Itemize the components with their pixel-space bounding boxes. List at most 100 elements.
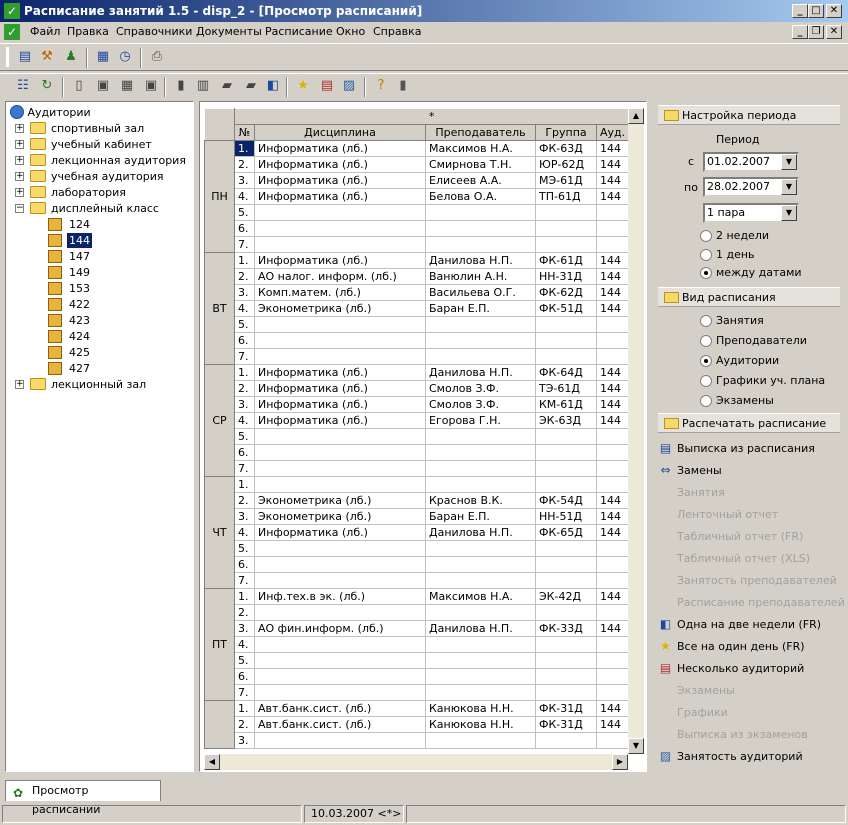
cell-group[interactable]: ТП-61Д — [535, 188, 597, 205]
radio-button[interactable] — [700, 395, 712, 407]
tree-group[interactable]: + лаборатория — [6, 185, 186, 200]
table-row[interactable]: 5. — [205, 204, 630, 221]
cell-discipline[interactable]: Информатика (лб.) — [254, 188, 426, 205]
cell-number[interactable]: 7. — [234, 460, 255, 477]
tree-room[interactable]: 153 — [6, 281, 186, 296]
cell-room[interactable] — [595, 204, 630, 221]
cell-room[interactable]: 144 — [595, 588, 630, 605]
child-close-button[interactable]: ✕ — [826, 25, 842, 39]
cell-discipline[interactable] — [254, 652, 426, 669]
cell-number[interactable]: 2. — [234, 156, 255, 173]
radio-button[interactable] — [700, 267, 712, 279]
cell-teacher[interactable]: Ванюлин А.Н. — [425, 268, 536, 285]
cell-discipline[interactable] — [254, 460, 426, 477]
cell-teacher[interactable] — [425, 540, 536, 557]
cell-room[interactable] — [595, 572, 630, 589]
cell-group[interactable]: КМ-61Д — [535, 396, 597, 413]
table-row[interactable]: 7. — [205, 684, 630, 701]
cell-room[interactable]: 144 — [595, 172, 630, 189]
table-row[interactable]: 2. Информатика (лб.) Смолов З.Ф. ТЭ-61Д 144 — [205, 380, 630, 397]
cell-room[interactable] — [595, 668, 630, 685]
table-row[interactable]: 6. — [205, 668, 630, 685]
table-row[interactable]: 3. Информатика (лб.) Смолов З.Ф. КМ-61Д 144 — [205, 396, 630, 413]
cell-teacher[interactable] — [425, 236, 536, 253]
cell-number[interactable]: 4. — [234, 188, 255, 205]
page-icon[interactable]: ▯ — [70, 77, 88, 95]
cell-room[interactable]: 144 — [595, 396, 630, 413]
table-row[interactable]: 6. — [205, 444, 630, 461]
table-row[interactable]: 5. — [205, 540, 630, 557]
cell-teacher[interactable]: Данилова Н.П. — [425, 524, 536, 541]
clock-icon[interactable]: ◷ — [116, 48, 134, 66]
document-app-icon[interactable]: ✓ — [4, 24, 20, 40]
table-row[interactable]: 4. Информатика (лб.) Егорова Г.Н. ЭК-63Д 144 — [205, 412, 630, 429]
tree-group[interactable]: + учебная аудитория — [6, 169, 186, 184]
cell-group[interactable] — [535, 236, 597, 253]
table-row[interactable]: 3. Эконометрика (лб.) Баран Е.П. НН-51Д 144 — [205, 508, 630, 525]
cell-discipline[interactable] — [254, 236, 426, 253]
cell-number[interactable]: 1. — [234, 588, 255, 605]
table-row[interactable]: ПН 1. Информатика (лб.) Максимов Н.А. ФК-63Д… — [204, 140, 630, 253]
cell-teacher[interactable] — [425, 460, 536, 477]
cell-number[interactable]: 5. — [234, 428, 255, 445]
cell-number[interactable]: 2. — [234, 716, 255, 733]
table-row[interactable]: 7. — [205, 236, 630, 253]
expand-toggle-icon[interactable]: + — [15, 380, 24, 389]
cell-room[interactable]: 144 — [595, 284, 630, 301]
cell-group[interactable]: ФК-61Д — [535, 252, 597, 269]
table-row[interactable]: 3. Информатика (лб.) Елисеев А.А. МЭ-61Д 144 — [205, 172, 630, 189]
table-row[interactable]: 7. — [205, 348, 630, 365]
tree-room[interactable]: 149 — [6, 265, 186, 280]
cell-discipline[interactable]: Инф.тех.в эк. (лб.) — [254, 588, 426, 605]
table-row[interactable]: 4. Информатика (лб.) Белова О.А. ТП-61Д 144 — [205, 188, 630, 205]
menu-window[interactable]: Окно — [336, 25, 365, 38]
cell-number[interactable]: 7. — [234, 236, 255, 253]
cell-teacher[interactable] — [425, 220, 536, 237]
cell-discipline[interactable]: Авт.банк.сист. (лб.) — [254, 716, 426, 733]
cell-teacher[interactable]: Смолов З.Ф. — [425, 380, 536, 397]
table-row[interactable]: ПТ 1. Инф.тех.в эк. (лб.) Максимов Н.А. ЭК-4… — [204, 588, 630, 701]
cell-room[interactable] — [595, 652, 630, 669]
cell-group[interactable] — [535, 348, 597, 365]
cell-room[interactable] — [595, 636, 630, 653]
print-icon[interactable]: ⎙ — [148, 48, 166, 66]
cell-teacher[interactable] — [425, 316, 536, 333]
tree-room[interactable]: 424 — [6, 329, 186, 344]
cell-discipline[interactable]: Информатика (лб.) — [254, 156, 426, 173]
cell-group[interactable] — [535, 572, 597, 589]
vertical-scrollbar[interactable]: ▲ ▼ — [628, 108, 644, 754]
cell-teacher[interactable] — [425, 476, 536, 493]
tree-group[interactable]: + лекционный зал — [6, 377, 186, 392]
cell-teacher[interactable] — [425, 604, 536, 621]
scroll-left-icon[interactable]: ◀ — [204, 754, 220, 770]
table-row[interactable]: 6. — [205, 220, 630, 237]
cell-number[interactable]: 5. — [234, 540, 255, 557]
cell-discipline[interactable] — [254, 444, 426, 461]
cell-group[interactable]: ФК-62Д — [535, 284, 597, 301]
cell-group[interactable]: ЭК-63Д — [535, 412, 597, 429]
print-link[interactable]: Несколько аудиторий — [677, 662, 804, 675]
chevron-down-icon[interactable]: ▼ — [781, 205, 797, 221]
col-header-group[interactable]: Группа — [535, 124, 597, 141]
radio-label[interactable]: Преподаватели — [716, 334, 807, 347]
cell-teacher[interactable] — [425, 732, 536, 749]
radio-button[interactable] — [700, 375, 712, 387]
print-link[interactable]: Одна на две недели (FR) — [677, 618, 821, 631]
cell-group[interactable] — [535, 444, 597, 461]
cell-number[interactable]: 7. — [234, 348, 255, 365]
expand-toggle-icon[interactable]: − — [15, 204, 24, 213]
child-restore-button[interactable]: ❐ — [808, 25, 824, 39]
tree-view-icon[interactable]: ☷ — [14, 77, 32, 95]
cell-teacher[interactable]: Баран Е.П. — [425, 300, 536, 317]
table-row[interactable]: 1. Авт.банк.сист. (лб.) Канюкова Н.Н. ФК-31… — [204, 700, 630, 749]
cell-group[interactable]: НН-51Д — [535, 508, 597, 525]
col-header-discipline[interactable]: Дисциплина — [254, 124, 426, 141]
cell-group[interactable] — [535, 476, 597, 493]
tree-room[interactable]: 422 — [6, 297, 186, 312]
table-row[interactable]: 2. Информатика (лб.) Смирнова Т.Н. ЮР-62Д 14… — [205, 156, 630, 173]
table-row[interactable]: 6. — [205, 332, 630, 349]
cell-number[interactable]: 1. — [234, 476, 255, 493]
cell-teacher[interactable]: Данилова Н.П. — [425, 620, 536, 637]
cell-number[interactable]: 3. — [234, 284, 255, 301]
cell-room[interactable] — [595, 428, 630, 445]
